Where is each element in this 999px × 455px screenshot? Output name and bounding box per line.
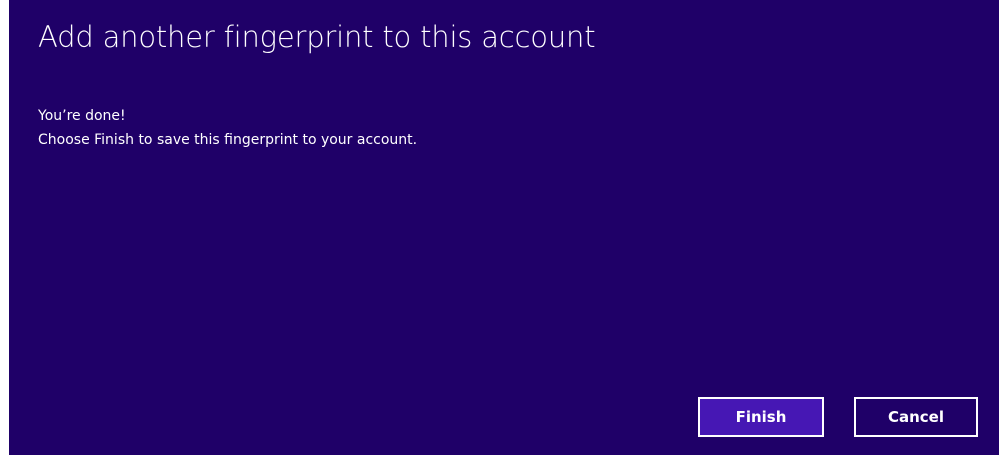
dialog-message: You’re done! Choose Finish to save this … <box>38 104 417 152</box>
finish-button[interactable]: Finish <box>698 397 824 437</box>
done-message: You’re done! <box>38 108 126 124</box>
dialog-title: Add another fingerprint to this account <box>38 20 596 54</box>
instruction-message: Choose Finish to save this fingerprint t… <box>38 132 418 148</box>
fingerprint-dialog: Add another fingerprint to this account … <box>9 0 999 455</box>
cancel-button[interactable]: Cancel <box>854 397 978 437</box>
